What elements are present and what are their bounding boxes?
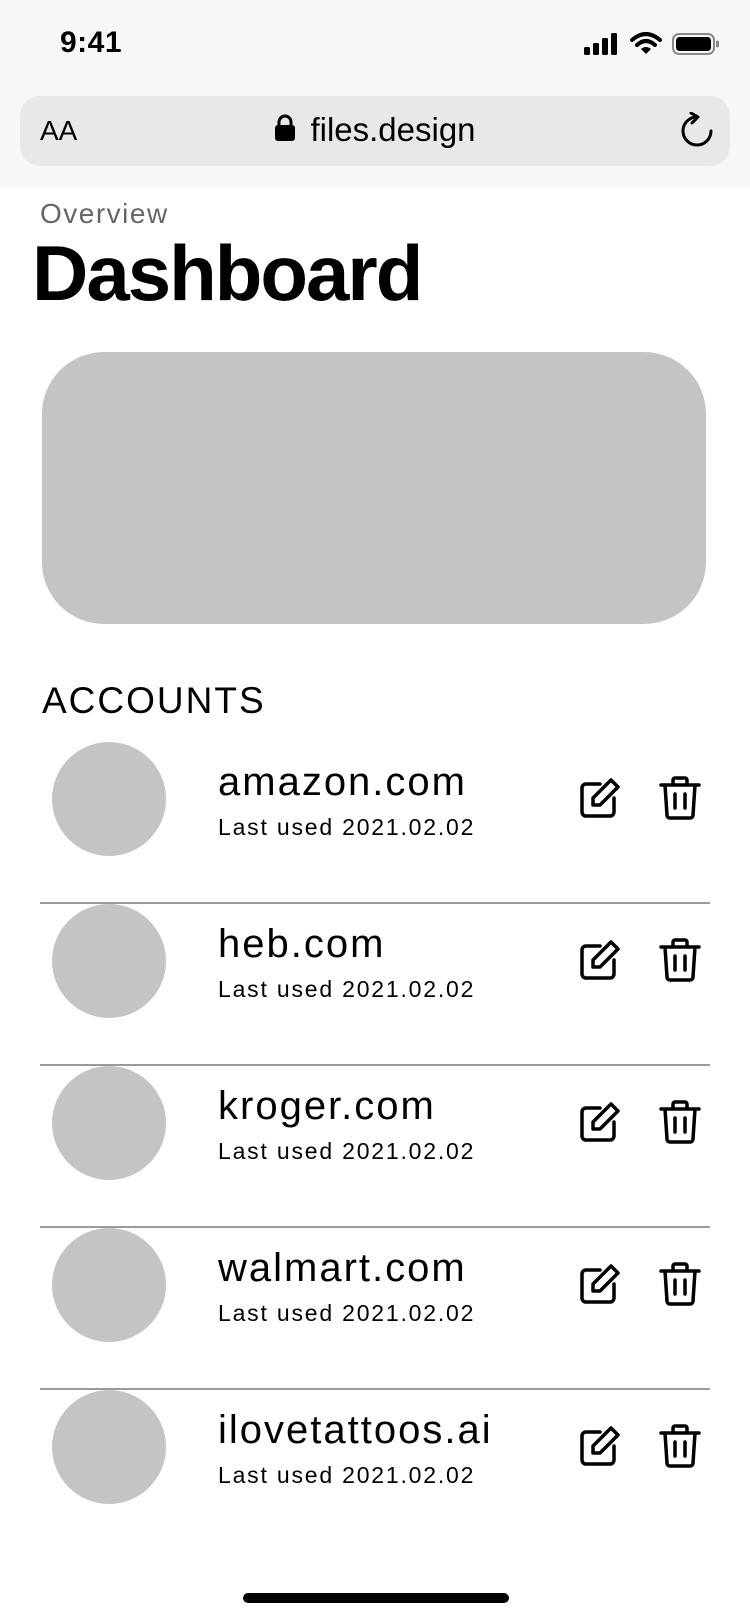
url-text: files.design bbox=[310, 111, 476, 148]
edit-account-button[interactable] bbox=[576, 1262, 624, 1310]
account-row[interactable]: heb.com Last used 2021.02.02 bbox=[40, 904, 710, 1066]
edit-icon bbox=[578, 938, 622, 987]
account-last-used: Last used 2021.02.02 bbox=[218, 814, 476, 840]
account-avatar bbox=[52, 1390, 166, 1504]
edit-icon bbox=[578, 776, 622, 825]
trash-icon bbox=[658, 1423, 702, 1474]
account-name: ilovetattoos.ai bbox=[218, 1408, 493, 1452]
edit-icon bbox=[578, 1262, 622, 1311]
page-overline: Overview bbox=[40, 198, 169, 229]
trash-icon bbox=[658, 775, 702, 826]
edit-account-button[interactable] bbox=[576, 938, 624, 986]
account-avatar bbox=[52, 904, 166, 1018]
account-row[interactable]: walmart.com Last used 2021.02.02 bbox=[40, 1228, 710, 1390]
edit-account-button[interactable] bbox=[576, 776, 624, 824]
reload-icon bbox=[678, 111, 716, 154]
account-avatar bbox=[52, 1228, 166, 1342]
browser-chrome: 9:41 AA files.design bbox=[0, 0, 750, 188]
delete-account-button[interactable] bbox=[656, 937, 704, 988]
battery-icon bbox=[672, 32, 720, 61]
account-last-used: Last used 2021.02.02 bbox=[218, 976, 476, 1002]
address-bar[interactable]: AA files.design bbox=[20, 96, 730, 166]
account-name: amazon.com bbox=[218, 760, 467, 804]
home-indicator[interactable] bbox=[243, 1593, 509, 1603]
summary-card-placeholder bbox=[42, 352, 706, 624]
delete-account-button[interactable] bbox=[656, 1099, 704, 1150]
account-name: walmart.com bbox=[218, 1246, 467, 1290]
account-last-used: Last used 2021.02.02 bbox=[218, 1462, 476, 1488]
edit-icon bbox=[578, 1424, 622, 1473]
delete-account-button[interactable] bbox=[656, 1423, 704, 1474]
page-title: Dashboard bbox=[32, 229, 423, 317]
edit-account-button[interactable] bbox=[576, 1100, 624, 1148]
edit-icon bbox=[578, 1100, 622, 1149]
edit-account-button[interactable] bbox=[576, 1424, 624, 1472]
account-avatar bbox=[52, 742, 166, 856]
url-field[interactable]: files.design bbox=[20, 110, 730, 150]
delete-account-button[interactable] bbox=[656, 1261, 704, 1312]
account-last-used: Last used 2021.02.02 bbox=[218, 1138, 476, 1164]
lock-icon bbox=[274, 114, 296, 147]
status-icons bbox=[584, 32, 720, 61]
cellular-signal-icon bbox=[584, 32, 620, 61]
account-name: kroger.com bbox=[218, 1084, 436, 1128]
reload-button[interactable] bbox=[678, 111, 716, 155]
trash-icon bbox=[658, 1099, 702, 1150]
trash-icon bbox=[658, 937, 702, 988]
account-last-used: Last used 2021.02.02 bbox=[218, 1300, 476, 1326]
account-name: heb.com bbox=[218, 922, 386, 966]
account-row[interactable]: kroger.com Last used 2021.02.02 bbox=[40, 1066, 710, 1228]
account-row[interactable]: ilovetattoos.ai Last used 2021.02.02 bbox=[40, 1390, 710, 1552]
account-avatar bbox=[52, 1066, 166, 1180]
accounts-heading: ACCOUNTS bbox=[42, 680, 266, 721]
wifi-icon bbox=[630, 32, 662, 61]
delete-account-button[interactable] bbox=[656, 775, 704, 826]
trash-icon bbox=[658, 1261, 702, 1312]
status-time: 9:41 bbox=[60, 26, 123, 59]
account-row[interactable]: amazon.com Last used 2021.02.02 bbox=[40, 742, 710, 904]
